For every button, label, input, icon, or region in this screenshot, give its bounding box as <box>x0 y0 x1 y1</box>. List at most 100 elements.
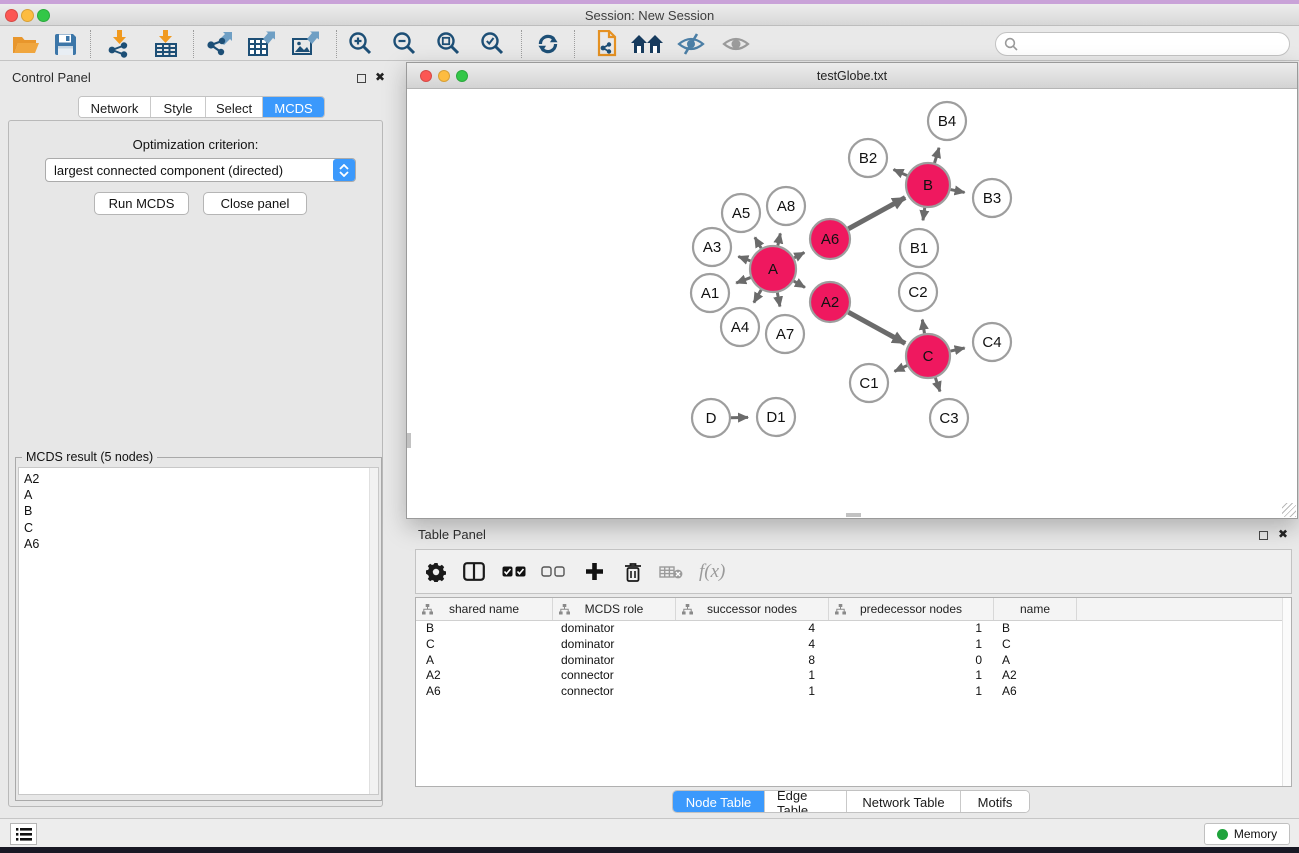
show-all-button[interactable] <box>716 29 756 59</box>
refresh-layout-button[interactable] <box>528 29 568 59</box>
import-table-button[interactable] <box>146 29 186 59</box>
result-list-scrollbar[interactable] <box>369 468 378 794</box>
table-row[interactable]: A6connector11A6 <box>416 684 1291 700</box>
result-list-item[interactable]: B <box>19 503 378 519</box>
close-table-panel-icon[interactable]: ✖ <box>1278 527 1288 541</box>
search-input[interactable] <box>1023 37 1289 51</box>
select-all-button[interactable] <box>502 557 526 587</box>
graph-edge-A-A3[interactable] <box>738 256 750 260</box>
open-session-button[interactable] <box>6 29 46 59</box>
table-row[interactable]: Adominator80A <box>416 653 1291 669</box>
table-cell: A6 <box>994 684 1077 700</box>
tab-node-table[interactable]: Node Table <box>673 791 765 812</box>
graph-edge-C-C1[interactable] <box>894 366 907 372</box>
duplicate-network-button[interactable] <box>585 29 625 59</box>
mcds-result-list[interactable]: A2ABCA6 <box>18 467 379 795</box>
float-table-panel-icon[interactable] <box>1259 531 1268 540</box>
zoom-in-button[interactable] <box>341 29 381 59</box>
tab-network-table[interactable]: Network Table <box>847 791 961 812</box>
graph-edge-C-C4[interactable] <box>950 348 964 351</box>
network-canvas[interactable]: B4B2BB3A8A5A6A3B1AC2A1A2A4A7C4CC1C3DD1 <box>407 89 1297 518</box>
result-list-item[interactable]: A <box>19 487 378 503</box>
add-column-button[interactable] <box>585 557 604 587</box>
refresh-icon <box>535 31 561 57</box>
close-panel-icon[interactable]: ✖ <box>375 70 385 84</box>
graph-edge-A-A1[interactable] <box>736 278 750 283</box>
table-panel: Table Panel ✖ f(x) shared nameMCDS roles… <box>406 519 1299 814</box>
graph-edge-A6-B[interactable] <box>848 198 905 229</box>
column-header-name[interactable]: name <box>994 598 1077 620</box>
graph-node-label: A <box>768 261 778 278</box>
graph-edge-B-B3[interactable] <box>951 190 965 193</box>
graph-node-label: C <box>923 348 934 365</box>
column-header-predecessor-nodes[interactable]: predecessor nodes <box>829 598 994 620</box>
graph-edge-A-A5[interactable] <box>755 237 761 248</box>
column-header-MCDS-role[interactable]: MCDS role <box>553 598 676 620</box>
status-bar: Memory <box>0 818 1299 847</box>
node-table[interactable]: shared nameMCDS rolesuccessor nodesprede… <box>415 597 1292 787</box>
search-box[interactable] <box>995 32 1290 56</box>
function-builder-button[interactable]: f(x) <box>699 557 725 587</box>
tab-style[interactable]: Style <box>151 97 206 117</box>
home-button[interactable] <box>627 29 667 59</box>
network-vertical-scrollbar[interactable] <box>407 433 411 448</box>
table-row[interactable]: Bdominator41B <box>416 621 1291 637</box>
import-network-button[interactable] <box>100 29 140 59</box>
export-image-button[interactable] <box>285 29 325 59</box>
export-table-button[interactable] <box>241 29 281 59</box>
tab-motifs[interactable]: Motifs <box>961 791 1029 812</box>
graph-edge-B-B4[interactable] <box>935 148 939 163</box>
tab-mcds[interactable]: MCDS <box>263 97 324 117</box>
run-mcds-button[interactable]: Run MCDS <box>94 192 189 215</box>
delete-table-button[interactable] <box>659 557 683 587</box>
export-table-icon <box>247 31 275 58</box>
zoom-selected-button[interactable] <box>473 29 513 59</box>
column-header-shared-name[interactable]: shared name <box>416 598 553 620</box>
table-row[interactable]: Cdominator41C <box>416 637 1291 653</box>
network-horizontal-scrollbar[interactable] <box>846 513 861 517</box>
close-panel-button[interactable]: Close panel <box>203 192 307 215</box>
result-list-item[interactable]: A2 <box>19 471 378 487</box>
graph-edge-B-B2[interactable] <box>894 169 907 175</box>
zoom-out-button[interactable] <box>385 29 425 59</box>
control-panel: Control Panel ✖ NetworkStyleSelectMCDS O… <box>0 62 390 812</box>
graph-edge-A-A2[interactable] <box>794 281 805 287</box>
table-cell: dominator <box>553 621 676 637</box>
split-columns-icon <box>463 562 485 581</box>
save-session-button[interactable] <box>45 29 85 59</box>
result-list-item[interactable]: A6 <box>19 536 378 552</box>
tab-edge-table[interactable]: Edge Table <box>765 791 847 812</box>
float-panel-icon[interactable] <box>357 74 366 83</box>
home-icon <box>630 33 664 55</box>
graph-edge-A-A4[interactable] <box>754 290 761 303</box>
graph-edge-A-A8[interactable] <box>778 233 780 245</box>
result-list-item[interactable]: C <box>19 520 378 536</box>
tab-select[interactable]: Select <box>206 97 263 117</box>
deselect-all-button[interactable] <box>541 557 565 587</box>
graph-edge-A2-C[interactable] <box>848 312 905 343</box>
criterion-dropdown[interactable]: largest connected component (directed) <box>45 158 356 182</box>
memory-button[interactable]: Memory <box>1204 823 1290 845</box>
mcds-result-title: MCDS result (5 nodes) <box>22 450 157 464</box>
zoom-fit-button[interactable] <box>429 29 469 59</box>
resize-grip-icon[interactable] <box>1282 503 1296 517</box>
graph-edge-A-A6[interactable] <box>794 253 804 258</box>
split-panel-button[interactable] <box>463 557 485 587</box>
delete-column-button[interactable] <box>624 557 642 587</box>
graph-edge-A-A7[interactable] <box>777 293 780 307</box>
task-history-button[interactable] <box>10 823 37 845</box>
table-settings-button[interactable] <box>426 557 446 587</box>
export-network-button[interactable] <box>198 29 238 59</box>
table-scrollbar[interactable] <box>1282 598 1291 786</box>
table-cell: A <box>416 653 553 669</box>
graph-edge-C-C3[interactable] <box>935 378 940 392</box>
zoom-selected-icon <box>480 31 506 57</box>
import-table-icon <box>153 30 179 58</box>
column-type-icon <box>559 604 570 615</box>
graph-edge-C-C2[interactable] <box>922 320 924 334</box>
tab-network[interactable]: Network <box>79 97 151 117</box>
column-header-successor-nodes[interactable]: successor nodes <box>676 598 829 620</box>
graph-edge-B-B1[interactable] <box>923 208 925 221</box>
hide-selected-button[interactable] <box>671 29 711 59</box>
table-row[interactable]: A2connector11A2 <box>416 668 1291 684</box>
